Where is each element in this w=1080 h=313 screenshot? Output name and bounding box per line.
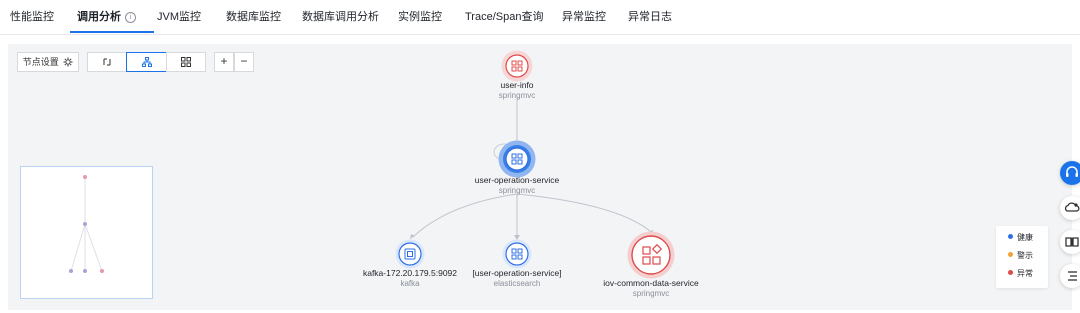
book-icon [1065, 237, 1079, 247]
node-settings-button[interactable]: 节点设置 [17, 52, 79, 72]
node-iov-common-data-service[interactable] [627, 231, 675, 279]
legend-dot-abnormal [1008, 270, 1013, 275]
info-icon[interactable]: i [125, 12, 136, 23]
tab-bar: 性能监控 调用分析 i JVM监控 数据库监控 数据库调用分析 实例监控 Trac… [0, 0, 1080, 35]
minimap-graph [69, 175, 104, 273]
service-icon [501, 50, 533, 82]
status-legend: 健康 警示 异常 [996, 226, 1048, 288]
tab-exception-log[interactable]: 异常日志 [628, 0, 672, 33]
topology-canvas[interactable]: 节点设置 + − user-info springmvc user-operat… [8, 44, 1072, 310]
legend-dot-healthy [1008, 234, 1013, 239]
tab-db-call-analysis[interactable]: 数据库调用分析 [302, 0, 379, 33]
node-user-operation-service[interactable] [498, 140, 536, 178]
kafka-icon [395, 239, 425, 269]
docs-button[interactable] [1060, 230, 1080, 254]
legend-dot-warning [1008, 252, 1013, 257]
headset-icon [1066, 166, 1078, 177]
minimap[interactable] [20, 166, 153, 299]
layout-grid-button[interactable] [166, 52, 206, 72]
tab-exception-monitor[interactable]: 异常监控 [562, 0, 606, 33]
service-icon [627, 231, 675, 279]
node-user-info[interactable] [501, 50, 533, 82]
tab-instance[interactable]: 实例监控 [398, 0, 442, 33]
node-user-operation-service-name: user-operation-service [474, 175, 560, 185]
tab-jvm[interactable]: JVM监控 [157, 0, 201, 33]
service-icon [498, 140, 536, 178]
zoom-in-button[interactable]: + [214, 52, 234, 72]
tab-performance[interactable]: 性能监控 [10, 0, 54, 33]
list-menu-button[interactable] [1060, 264, 1080, 288]
node-elasticsearch[interactable] [502, 239, 532, 269]
legend-warning-label: 警示 [1017, 251, 1033, 260]
node-elasticsearch-name: [user-operation-service] [472, 268, 562, 278]
node-iov-name: iov-common-data-service [603, 278, 699, 288]
gear-icon [63, 55, 73, 73]
legend-abnormal-label: 异常 [1017, 269, 1033, 278]
tab-call-analysis-label: 调用分析 [77, 11, 121, 23]
tree-layout-icon [141, 57, 152, 67]
zoom-out-button[interactable]: − [234, 52, 254, 72]
node-elasticsearch-type: elasticsearch [493, 279, 541, 288]
node-user-operation-service-type: springmvc [498, 186, 536, 195]
node-settings-label: 节点设置 [22, 57, 59, 67]
tab-call-analysis[interactable]: 调用分析 i [77, 0, 136, 33]
legend-healthy: 健康 [1008, 232, 1033, 243]
legend-abnormal: 异常 [1008, 268, 1033, 279]
node-user-info-name: user-info [500, 80, 534, 90]
legend-warning: 警示 [1008, 250, 1033, 261]
tab-trace-span[interactable]: Trace/Span查询 [465, 0, 543, 33]
node-kafka-type: kafka [400, 279, 420, 288]
layout-free-button[interactable] [87, 52, 127, 72]
node-kafka-name: kafka-172.20.179.5:9092 [362, 268, 458, 278]
node-user-info-type: springmvc [498, 91, 536, 100]
node-iov-type: springmvc [632, 289, 670, 298]
grid-layout-icon [181, 57, 191, 67]
cloud-icon [1064, 202, 1080, 212]
tab-db-monitor[interactable]: 数据库监控 [226, 0, 281, 33]
legend-healthy-label: 健康 [1017, 233, 1033, 242]
node-kafka[interactable] [395, 239, 425, 269]
list-icon [1068, 271, 1077, 281]
customer-service-button[interactable] [1060, 161, 1080, 185]
active-tab-indicator [70, 31, 154, 33]
cloud-alert-button[interactable] [1060, 196, 1080, 220]
service-icon [502, 239, 532, 269]
layout-tree-button[interactable] [126, 52, 167, 72]
free-layout-icon [102, 57, 112, 67]
